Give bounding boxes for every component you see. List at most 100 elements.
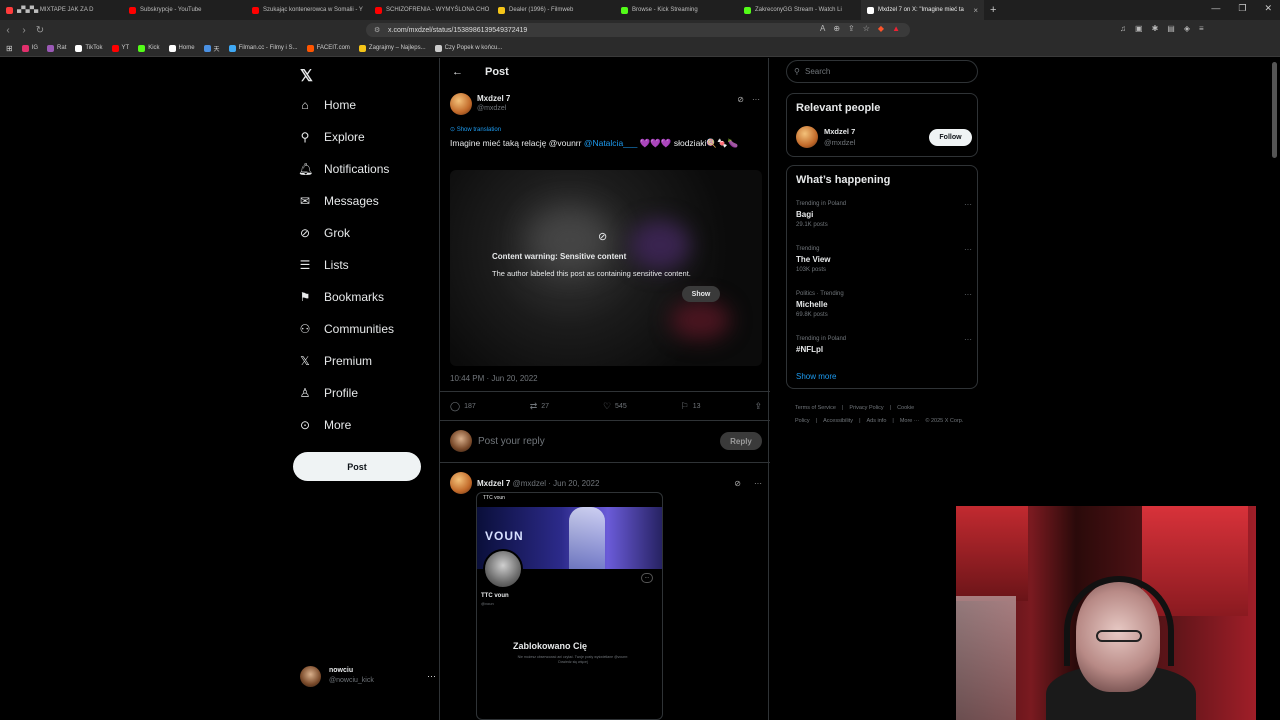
extensions-icon[interactable]: ✱ — [1152, 24, 1159, 33]
nav-item-explore[interactable]: ⚲ Explore — [298, 125, 365, 149]
reply-button[interactable]: Reply — [720, 432, 762, 450]
close-window-icon[interactable]: ✕ — [1264, 3, 1272, 14]
nav-item-bookmarks[interactable]: ⚑ Bookmarks — [298, 285, 384, 309]
forward-nav-icon[interactable]: › — [16, 25, 32, 36]
browser-tab[interactable]: Szukając kontenerowca w Somalii - Y — [246, 0, 369, 20]
grok-icon[interactable]: ⊘ — [737, 95, 744, 104]
footer-link[interactable]: Accessibility — [823, 418, 853, 424]
nav-item-home[interactable]: ⌂ Home — [298, 93, 356, 117]
nav-item-notifications[interactable]: 🔔︎ Notifications — [298, 157, 389, 181]
footer-link[interactable]: Privacy Policy — [849, 405, 883, 411]
new-tab-icon[interactable]: + — [990, 4, 996, 16]
follow-button[interactable]: Follow — [929, 128, 972, 146]
bookmark-item[interactable]: YT — [111, 44, 129, 52]
show-sensitive-button[interactable]: Show — [682, 286, 720, 302]
reply-input[interactable]: Post your reply — [478, 436, 545, 447]
bookmark-star-icon[interactable]: ☆ — [863, 24, 870, 33]
brave-shield-icon[interactable]: ◆ — [878, 24, 884, 33]
more-dots-icon[interactable]: ··· — [754, 479, 762, 488]
zoom-icon[interactable]: ⊕ — [833, 24, 840, 33]
bookmark-item[interactable]: 天 — [203, 44, 220, 53]
show-more-link[interactable]: Show more — [796, 372, 836, 381]
main-post: Mxdzel 7 @mxdzel ⊘ ··· ⊙ Show translatio… — [450, 93, 762, 148]
browser-tab[interactable]: ZakreconyGG Stream - Watch Li — [738, 0, 861, 20]
avatar[interactable] — [450, 93, 472, 115]
show-translation-link[interactable]: ⊙ Show translation — [450, 126, 501, 133]
compose-post-button[interactable]: Post — [293, 452, 421, 481]
search-input[interactable]: ⚲ Search — [786, 60, 978, 83]
wallet-icon[interactable]: ▤ — [1167, 24, 1175, 33]
more-dots-icon[interactable]: ··· — [964, 200, 972, 209]
trend-item[interactable]: Trending The View 103K posts ··· — [796, 245, 972, 275]
bookmark-item[interactable]: Kick — [138, 44, 160, 52]
share-icon[interactable]: ⇪ — [848, 24, 855, 33]
embedded-screenshot[interactable]: TTC voun VOUN ··· TTC voun @voun Zabloko… — [476, 492, 663, 720]
mention-link[interactable]: @Natalcia___ — [584, 138, 638, 148]
footer-link[interactable]: © 2025 X Corp. — [925, 418, 963, 424]
more-dots-icon[interactable]: ··· — [752, 95, 760, 104]
repost-action[interactable]: ⇄ 27 — [530, 401, 549, 412]
bookmark-item[interactable]: TikTok — [75, 44, 103, 52]
sidebar-icon[interactable]: ▣ — [1135, 24, 1143, 33]
scrollbar[interactable] — [1272, 62, 1277, 158]
nav-item-lists[interactable]: ☰ Lists — [298, 253, 349, 277]
author-name[interactable]: Mxdzel 7 — [477, 94, 510, 104]
minimize-icon[interactable]: — — [1211, 3, 1220, 14]
x-logo-icon[interactable]: 𝕏 — [300, 66, 313, 86]
back-nav-icon[interactable]: ‹ — [0, 25, 16, 36]
author-meta[interactable]: @mxdzel · Jun 20, 2022 — [513, 479, 600, 488]
bookmark-action[interactable]: ⚐ 13 — [681, 401, 701, 412]
bookmark-item[interactable]: Zagrajmy – Najleps... — [358, 44, 426, 52]
trend-item[interactable]: Politics · Trending Michelle 69.8K posts ··… — [796, 290, 972, 320]
more-dots-icon[interactable]: ··· — [964, 335, 972, 344]
nav-item-profile[interactable]: ♙ Profile — [298, 381, 358, 405]
post-timestamp[interactable]: 10:44 PM · Jun 20, 2022 — [450, 374, 538, 383]
close-tab-icon[interactable]: × — [973, 6, 978, 15]
trend-item[interactable]: Trending in Poland #NFLpl ··· — [796, 335, 972, 356]
avatar[interactable] — [450, 472, 472, 494]
browser-tab[interactable]: Browse - Kick Streaming — [615, 0, 738, 20]
reload-icon[interactable]: ↻ — [32, 25, 48, 36]
footer-link[interactable]: More ··· — [900, 418, 920, 424]
bookmark-item[interactable]: IG — [21, 44, 38, 52]
bookmark-item[interactable]: FACEIT.com — [306, 44, 350, 52]
nav-item-premium[interactable]: 𝕏 Premium — [298, 349, 372, 373]
back-arrow-icon[interactable]: ← — [452, 66, 463, 78]
share-action[interactable]: ⇪ — [754, 401, 762, 412]
tab-favicon-icon — [375, 6, 382, 14]
browser-tab[interactable]: Dealer (1996) - Filmweb — [492, 0, 615, 20]
footer-link[interactable]: Terms of Service — [795, 405, 836, 411]
bookmark-item[interactable]: Czy Popek w końcu... — [434, 44, 502, 52]
relevant-person[interactable]: Mxdzel 7 @mxdzel Follow — [796, 126, 972, 148]
bookmark-item[interactable]: Filman.cc - Filmy i S... — [228, 44, 298, 52]
like-action[interactable]: ♡ 545 — [603, 401, 627, 412]
apps-icon[interactable]: ⊞ — [6, 44, 13, 53]
more-dots-icon[interactable]: ··· — [964, 245, 972, 254]
bookmark-item[interactable]: Rat — [47, 44, 66, 52]
bookmark-item[interactable]: Home — [168, 44, 195, 52]
nav-item-messages[interactable]: ✉ Messages — [298, 189, 379, 213]
nav-item-communities[interactable]: ⚇ Communities — [298, 317, 394, 341]
trend-item[interactable]: Trending in Poland Bagi 29.1K posts ··· — [796, 200, 972, 230]
menu-icon[interactable]: ≡ — [1199, 24, 1204, 33]
nav-item-grok[interactable]: ⊘ Grok — [298, 221, 350, 245]
grok-icon[interactable]: ⊘ — [734, 479, 741, 488]
translate-icon[interactable]: A — [820, 24, 825, 33]
browser-tab[interactable]: Mxdzel 7 on X: "Imagine mieć ta × — [861, 0, 984, 20]
more-dots-icon[interactable]: ··· — [964, 290, 972, 299]
rewards-icon[interactable]: ▲ — [892, 24, 900, 33]
more-dots-icon[interactable]: ··· — [427, 671, 436, 681]
browser-tab[interactable]: SCHIZOFRENIA - WYMYŚLONA CHO — [369, 0, 492, 20]
footer-link[interactable]: Ads info — [867, 418, 887, 424]
extension-icon[interactable]: ♫ — [1120, 24, 1126, 33]
browser-tab[interactable]: Subskrypcje - YouTube — [123, 0, 246, 20]
account-switcher[interactable]: nowciu @nowciu_kick ··· — [300, 663, 436, 689]
site-info-icon[interactable]: ⚙ — [374, 26, 380, 34]
reply-action[interactable]: ◯ 187 — [450, 401, 476, 412]
author-name[interactable]: Mxdzel 7 — [477, 479, 510, 488]
browser-tab[interactable]: ▄▀▄▀▄ MIXTAPE JAK ZA D — [0, 0, 123, 20]
maximize-icon[interactable]: ❐ — [1238, 3, 1246, 14]
author-handle[interactable]: @mxdzel — [477, 104, 510, 114]
nav-item-more[interactable]: ⊙ More — [298, 413, 351, 437]
vpn-icon[interactable]: ◈ — [1184, 24, 1190, 33]
